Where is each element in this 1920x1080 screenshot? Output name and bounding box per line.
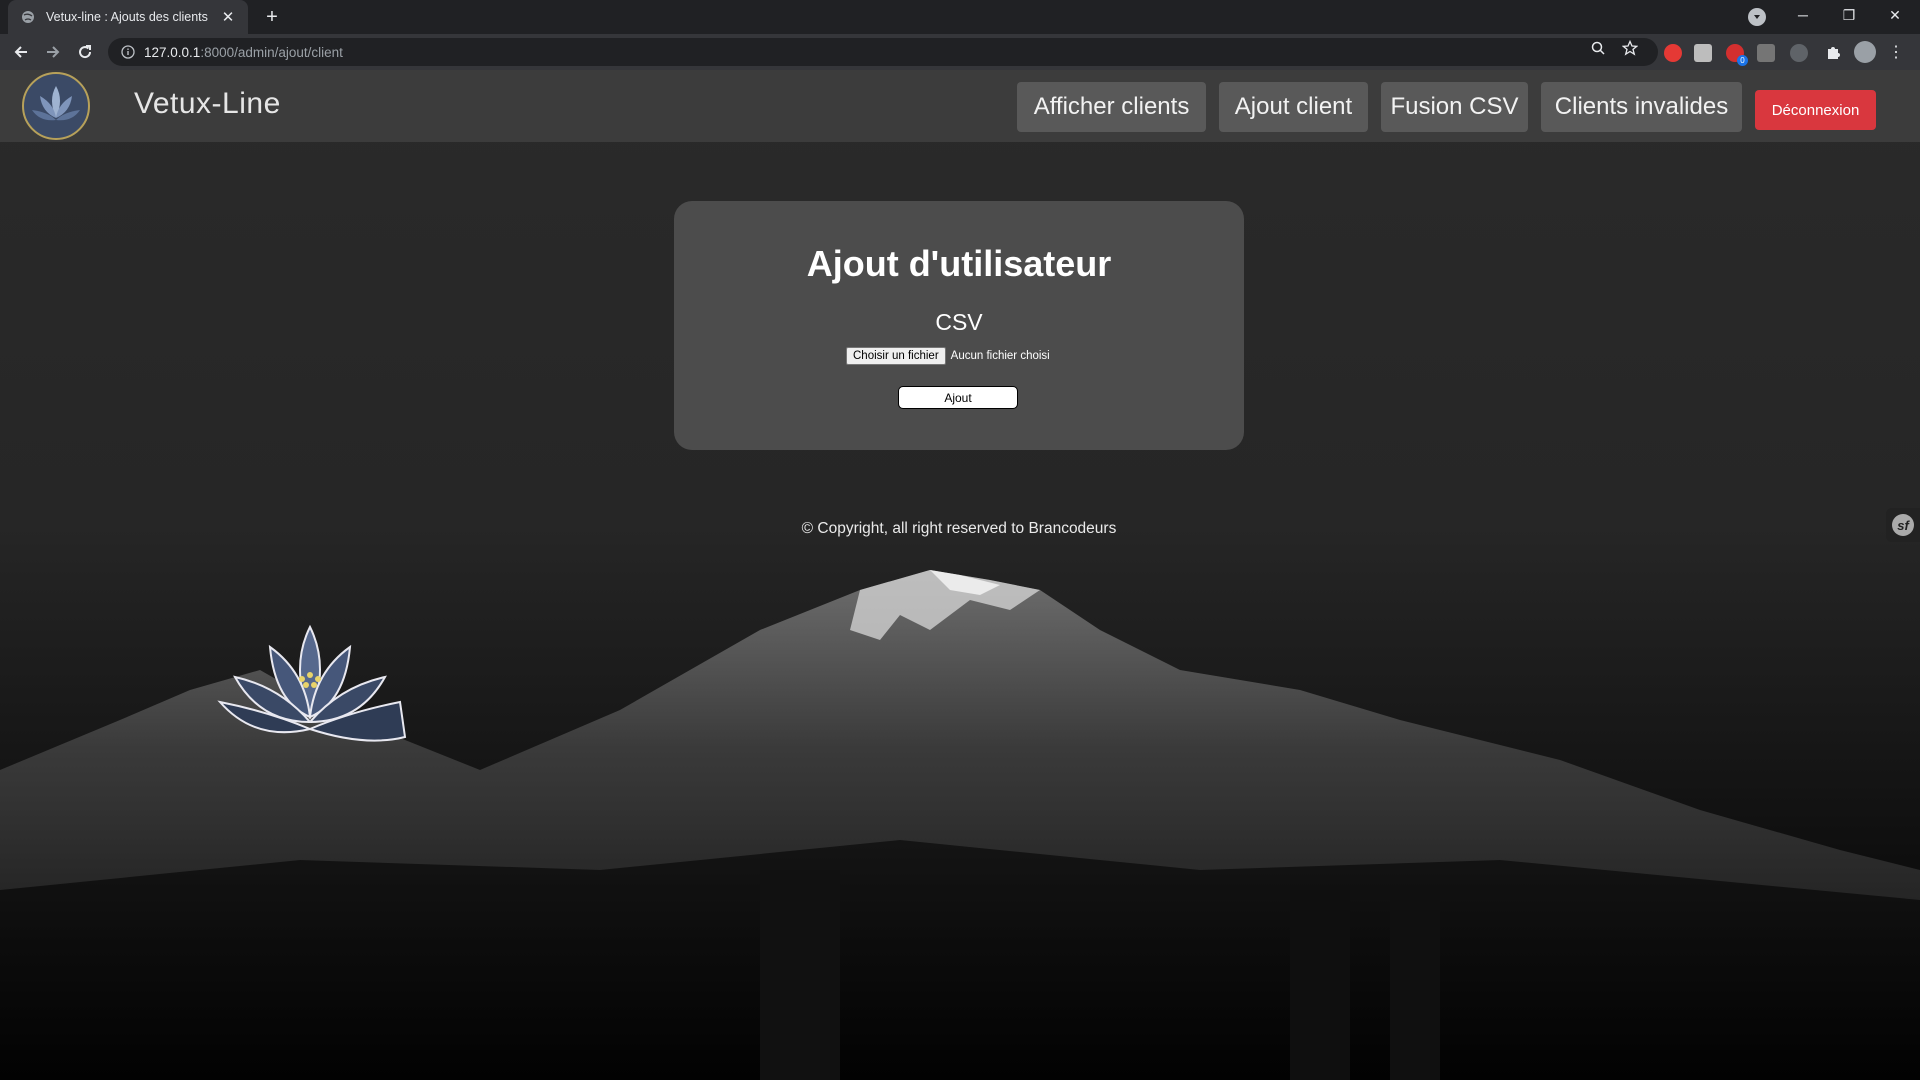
lotus-decoration-image — [217, 624, 407, 742]
restore-icon[interactable]: ❐ — [1834, 0, 1864, 30]
nav-afficher-clients[interactable]: Afficher clients — [1017, 82, 1206, 132]
extension-badge-count: 0 — [1737, 55, 1748, 66]
menu-kebab-icon[interactable]: ⋮ — [1886, 42, 1906, 62]
brand-title[interactable]: Vetux-Line — [134, 87, 281, 121]
new-tab-icon[interactable]: + — [260, 5, 284, 29]
globe-icon — [20, 9, 36, 25]
submit-button[interactable]: Ajout — [898, 386, 1018, 409]
csv-file-input[interactable]: Choisir un fichier Aucun fichier choisi — [846, 347, 1050, 365]
extension-icon[interactable] — [1790, 44, 1808, 62]
forward-icon[interactable] — [41, 40, 65, 64]
extension-icon[interactable] — [1694, 44, 1712, 62]
tab-title: Vetux-line : Ajouts des clients — [46, 10, 208, 24]
add-user-card: Ajout d'utilisateur CSV Choisir un fichi… — [674, 201, 1244, 450]
nav-fusion-csv[interactable]: Fusion CSV — [1381, 82, 1528, 132]
nav-ajout-client[interactable]: Ajout client — [1219, 82, 1368, 132]
browser-tab[interactable]: Vetux-line : Ajouts des clients ✕ — [8, 0, 248, 34]
adblock-extension-icon[interactable] — [1664, 44, 1682, 62]
choose-file-button[interactable]: Choisir un fichier — [846, 347, 946, 365]
bookmark-star-icon[interactable] — [1620, 38, 1640, 58]
address-bar[interactable]: 127.0.0.1:8000/admin/ajout/client — [108, 38, 1658, 66]
url-host: 127.0.0.1 — [144, 44, 201, 60]
zoom-icon[interactable] — [1588, 38, 1608, 58]
symfony-icon: sf — [1892, 514, 1914, 536]
browser-toolbar: 127.0.0.1:8000/admin/ajout/client 0 ⋮ — [0, 34, 1920, 70]
tab-search-icon[interactable] — [1748, 8, 1766, 26]
logout-button[interactable]: Déconnexion — [1755, 90, 1876, 130]
browser-tab-strip: Vetux-line : Ajouts des clients ✕ + ─ ❐ … — [0, 0, 1920, 34]
extension-badge-icon[interactable]: 0 — [1726, 44, 1748, 66]
back-icon[interactable] — [9, 40, 33, 64]
lotus-logo[interactable] — [20, 72, 92, 140]
extension-icon[interactable] — [1757, 44, 1775, 62]
symfony-toolbar-toggle[interactable]: sf — [1886, 508, 1920, 542]
puzzle-extensions-icon[interactable] — [1823, 42, 1843, 62]
file-status-text: Aucun fichier choisi — [950, 350, 1050, 362]
info-icon[interactable] — [120, 44, 136, 60]
reload-icon[interactable] — [73, 40, 97, 64]
form-subtitle: CSV — [935, 309, 983, 335]
close-tab-icon[interactable]: ✕ — [220, 8, 236, 26]
form-title: Ajout d'utilisateur — [806, 243, 1112, 284]
site-navbar: Vetux-Line Afficher clients Ajout client… — [0, 70, 1920, 142]
copyright-text: © Copyright, all right reserved to Branc… — [801, 520, 1117, 537]
close-window-icon[interactable]: ✕ — [1880, 0, 1910, 30]
nav-clients-invalides[interactable]: Clients invalides — [1541, 82, 1742, 132]
minimize-icon[interactable]: ─ — [1788, 0, 1818, 30]
profile-avatar[interactable] — [1854, 41, 1876, 63]
url-path: :8000/admin/ajout/client — [200, 44, 343, 60]
page-viewport: Vetux-Line Afficher clients Ajout client… — [0, 70, 1920, 1080]
